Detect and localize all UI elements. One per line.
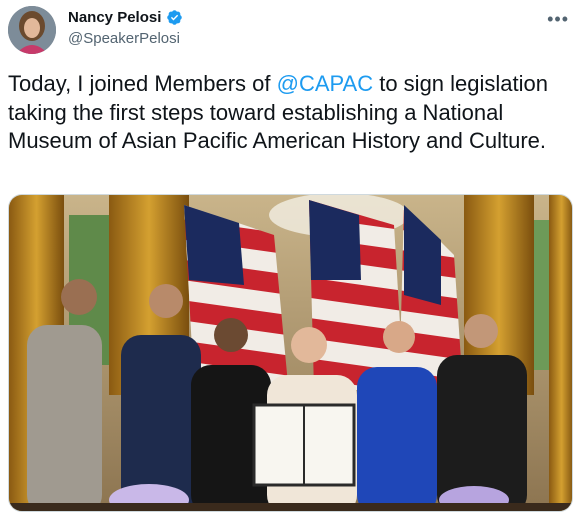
tweet-text: Today, I joined Members of @CAPAC to sig… [8,70,573,156]
user-handle[interactable]: @SpeakerPelosi [68,30,183,47]
mention-link[interactable]: @CAPAC [277,71,374,96]
more-options-icon[interactable]: ••• [547,9,569,30]
verified-badge-icon [166,9,183,26]
user-names: Nancy Pelosi @SpeakerPelosi [68,9,183,47]
tweet-photo[interactable] [8,194,573,512]
tweet-header: Nancy Pelosi @SpeakerPelosi ••• [8,6,573,56]
profile-avatar[interactable] [8,6,56,54]
tweet-text-start: Today, I joined Members of [8,71,277,96]
display-name[interactable]: Nancy Pelosi [68,9,161,26]
